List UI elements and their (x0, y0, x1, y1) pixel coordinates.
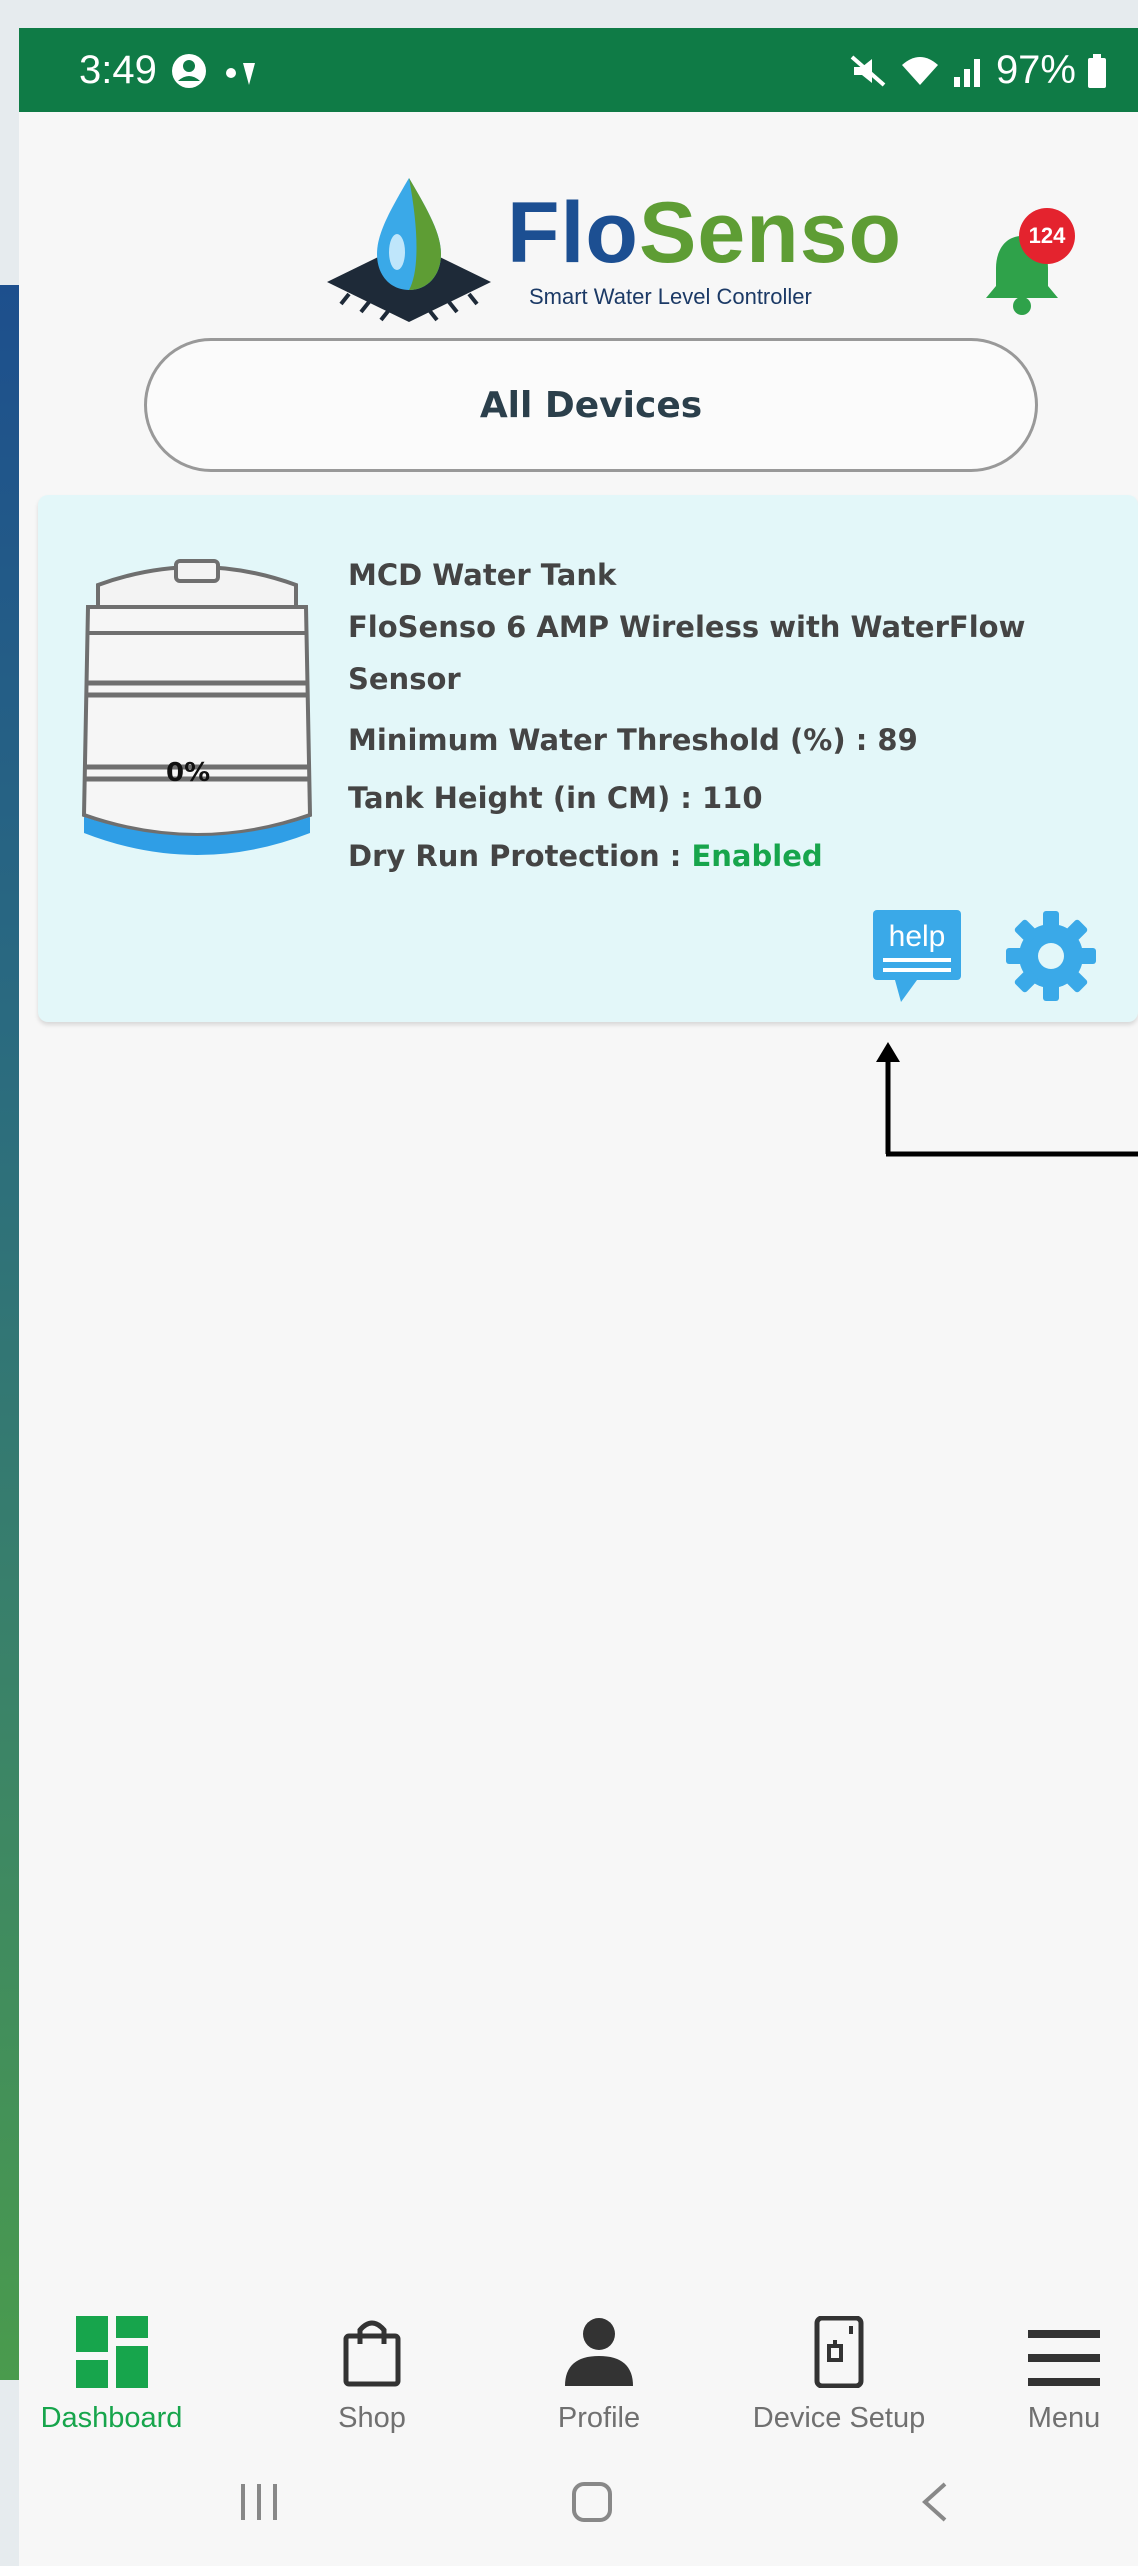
device-setup-icon (811, 2290, 867, 2388)
hamburger-menu-icon (1028, 2290, 1100, 2388)
dry-run-protection: Dry Run Protection : Enabled (348, 827, 1128, 885)
all-devices-button[interactable]: All Devices (144, 338, 1038, 472)
device-threshold: Minimum Water Threshold (%) : 89 (348, 723, 918, 757)
annotation-arrow-icon (876, 1042, 1138, 1157)
nav-device-setup[interactable]: Device Setup (724, 2290, 954, 2450)
device-info: MCD Water Tank FloSenso 6 AMP Wireless w… (348, 549, 1128, 885)
profile-icon (563, 2290, 635, 2388)
bottom-navigation: Dashboard Shop Profile Device Setup Menu (19, 2290, 1138, 2450)
status-right: 97% (848, 48, 1108, 93)
settings-button[interactable] (1004, 909, 1098, 1003)
wifi-icon (898, 51, 942, 91)
status-left: 3:49 (79, 48, 261, 93)
device-name: MCD Water Tank (348, 558, 617, 592)
notifications-button[interactable]: 124 (982, 208, 1092, 318)
notification-count-badge: 124 (1019, 208, 1075, 264)
recent-apps-icon (241, 2484, 277, 2520)
nav-shop-label: Shop (338, 2402, 406, 2434)
phone-screen: 3:49 97% FloSenso Smart Water Level Cont… (19, 28, 1138, 2566)
dry-run-status: Enabled (691, 839, 823, 873)
flosenso-logo: FloSenso Smart Water Level Controller (319, 172, 902, 322)
water-level-percentage: 0% (166, 758, 211, 788)
app-header: FloSenso Smart Water Level Controller 12… (19, 112, 1138, 342)
status-bar: 3:49 97% (19, 28, 1138, 112)
nav-menu[interactable]: Menu (1004, 2290, 1124, 2450)
mute-icon (848, 51, 888, 91)
shopping-bag-icon (342, 2290, 402, 2388)
system-navigation-bar (19, 2450, 1138, 2566)
logo-senso-text: Senso (638, 185, 903, 281)
back-chevron-icon (922, 2482, 947, 2522)
back-button[interactable] (913, 2480, 957, 2528)
notification-dots-icon (221, 51, 261, 91)
nav-dashboard[interactable]: Dashboard (19, 2290, 204, 2450)
help-chat-icon: help (873, 910, 961, 1002)
dashboard-icon (75, 2290, 148, 2388)
nav-profile[interactable]: Profile (517, 2290, 681, 2450)
dry-run-label: Dry Run Protection : (348, 839, 692, 873)
nav-menu-label: Menu (1027, 2402, 1101, 2434)
logo-flo-text: Flo (507, 185, 639, 281)
home-button[interactable] (570, 2480, 614, 2528)
nav-dashboard-label: Dashboard (40, 2402, 183, 2434)
gear-icon (1006, 911, 1096, 1001)
device-model: FloSenso 6 AMP Wireless with WaterFlow S… (348, 610, 1026, 696)
logo-wordmark: FloSenso (507, 190, 902, 276)
nav-device-setup-label: Device Setup (752, 2402, 926, 2434)
device-tank-height: Tank Height (in CM) : 110 (348, 781, 763, 815)
status-time: 3:49 (79, 48, 157, 92)
help-icon-text: help (889, 920, 946, 953)
recent-apps-button[interactable] (237, 2480, 281, 2528)
battery-icon (1086, 51, 1108, 91)
battery-percentage: 97% (995, 48, 1076, 92)
logo-chip-drop-icon (327, 178, 491, 322)
home-icon (572, 2482, 612, 2522)
nav-shop[interactable]: Shop (287, 2290, 457, 2450)
account-icon (169, 51, 209, 91)
logo-tagline: Smart Water Level Controller (529, 284, 812, 309)
water-tank-illustration: 0% (78, 555, 316, 885)
device-card[interactable]: 0% MCD Water Tank FloSenso 6 AMP Wireles… (38, 495, 1138, 1022)
help-button[interactable]: help (867, 906, 967, 1006)
water-tank-icon (81, 559, 313, 855)
signal-icon (952, 51, 986, 91)
nav-profile-label: Profile (557, 2402, 641, 2434)
